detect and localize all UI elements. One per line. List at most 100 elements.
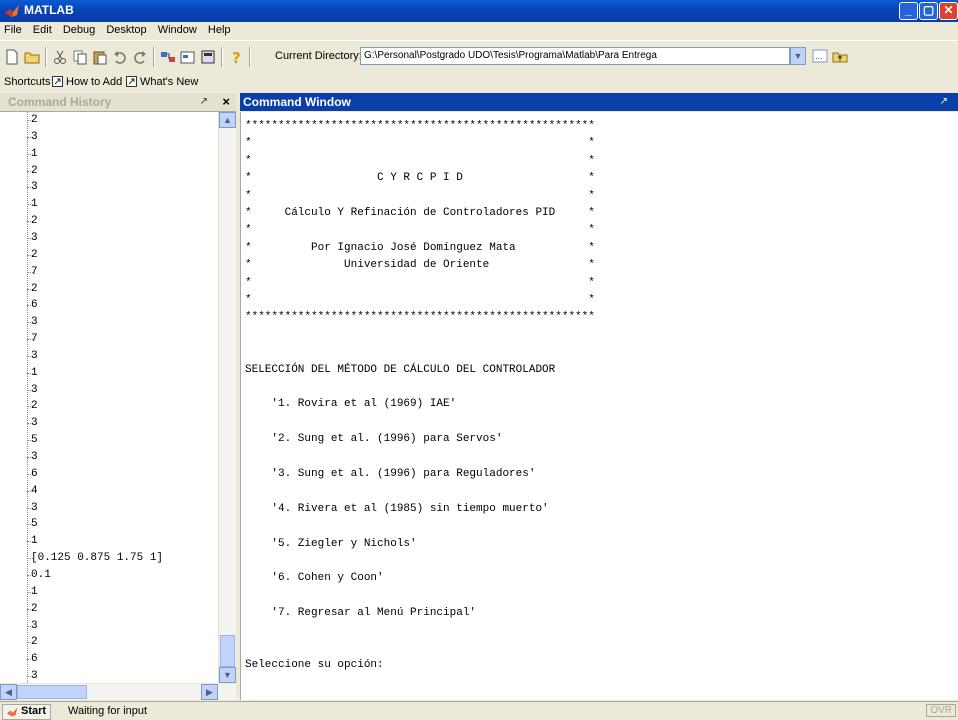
menu-file[interactable]: File <box>0 22 26 36</box>
history-item[interactable]: 1 <box>31 584 38 600</box>
history-item[interactable]: 5 <box>31 516 38 532</box>
command-output-line: * Universidad de Oriente * <box>245 259 595 272</box>
menu-help[interactable]: Help <box>204 22 235 36</box>
menu-debug[interactable]: Debug <box>59 22 99 36</box>
current-directory-field[interactable]: G:\Personal\Postgrado UDO\Tesis\Programa… <box>360 47 790 65</box>
history-horizontal-scrollbar[interactable]: ◀ ▶ <box>0 684 236 700</box>
close-button[interactable]: ✕ <box>939 2 958 20</box>
current-directory-dropdown-button[interactable]: ▼ <box>790 47 806 65</box>
history-vertical-scrollbar[interactable]: ▲ ▼ <box>218 112 236 683</box>
title-bar: MATLAB _ ▢ ✕ <box>0 0 958 22</box>
scroll-up-button[interactable]: ▲ <box>219 112 236 128</box>
shortcuts-bar: Shortcuts How to Add What's New <box>0 73 958 90</box>
guide-icon[interactable] <box>180 49 196 65</box>
parent-folder-icon[interactable] <box>832 48 848 64</box>
status-bar: Start Waiting for input OVR <box>0 701 958 720</box>
history-item[interactable]: 6 <box>31 651 38 667</box>
simulink-icon[interactable] <box>160 49 176 65</box>
close-panel-icon[interactable]: × <box>222 94 230 109</box>
history-item[interactable]: 3 <box>31 314 38 330</box>
ovr-indicator: OVR <box>926 704 956 717</box>
menu-desktop[interactable]: Desktop <box>102 22 150 36</box>
menu-window[interactable]: Window <box>154 22 201 36</box>
how-to-add-link[interactable]: How to Add <box>66 76 122 88</box>
history-item[interactable]: 3 <box>31 348 38 364</box>
history-item[interactable]: 3 <box>31 618 38 634</box>
matlab-logo-icon <box>5 5 19 17</box>
command-history-list[interactable]: 2 3 1 2 3 1 2 3 2 7 2 6 3 7 3 1 3 2 3 5 3 6 4 3 5 1 [0.125 0.875 1… <box>0 112 218 683</box>
history-item[interactable]: 7 <box>31 331 38 347</box>
status-message: Waiting for input <box>68 705 148 717</box>
history-item[interactable]: 4 <box>31 483 38 499</box>
history-item[interactable]: 3 <box>31 668 38 683</box>
maximize-button[interactable]: ▢ <box>919 2 938 20</box>
history-item[interactable]: 2 <box>31 112 38 128</box>
minimize-button[interactable]: _ <box>899 2 918 20</box>
cut-icon[interactable] <box>52 49 68 65</box>
open-folder-icon[interactable] <box>24 49 40 65</box>
history-item[interactable]: 3 <box>31 415 38 431</box>
history-item[interactable]: 0.1 <box>31 567 51 583</box>
command-output-line: SELECCIÓN DEL MÉTODO DE CÁLCULO DEL CONT… <box>245 363 556 376</box>
copy-icon[interactable] <box>72 49 88 65</box>
history-item[interactable]: 3 <box>31 500 38 516</box>
command-output-line: * * <box>245 224 595 237</box>
scroll-thumb[interactable] <box>220 635 235 667</box>
history-item[interactable]: [0.125 0.875 1.75 1] <box>31 550 163 566</box>
history-item[interactable]: 1 <box>31 533 38 549</box>
help-icon[interactable]: ? <box>228 49 244 65</box>
redo-icon[interactable] <box>132 49 148 65</box>
profiler-icon[interactable] <box>200 49 216 65</box>
history-item[interactable]: 3 <box>31 179 38 195</box>
history-item[interactable]: 7 <box>31 264 38 280</box>
browse-folder-icon[interactable]: ... <box>812 48 828 64</box>
history-item[interactable]: 2 <box>31 398 38 414</box>
scroll-left-button[interactable]: ◀ <box>0 684 17 700</box>
history-item[interactable]: 1 <box>31 365 38 381</box>
history-item[interactable]: 2 <box>31 163 38 179</box>
history-item[interactable]: 3 <box>31 129 38 145</box>
command-window-header: Command Window ↗ <box>240 93 958 111</box>
undock-icon[interactable]: ↗ <box>940 96 948 107</box>
command-output-line: ****************************************… <box>245 120 595 132</box>
shortcut-icon <box>52 76 63 87</box>
history-item[interactable]: 1 <box>31 196 38 212</box>
scroll-down-button[interactable]: ▼ <box>219 667 236 683</box>
command-output-line: * * <box>245 137 595 150</box>
start-label: Start <box>21 705 47 717</box>
history-item[interactable]: 5 <box>31 432 38 448</box>
history-item[interactable]: 2 <box>31 281 38 297</box>
history-item[interactable]: 3 <box>31 449 38 465</box>
history-item[interactable]: 2 <box>31 601 38 617</box>
tree-connector <box>27 112 28 683</box>
shortcut-icon <box>126 76 137 87</box>
shortcuts-label: Shortcuts <box>4 76 51 88</box>
horizontal-scroll-thumb[interactable] <box>17 685 87 699</box>
command-history-title: Command History <box>8 95 112 109</box>
matlab-logo-icon <box>6 707 18 717</box>
history-item[interactable]: 2 <box>31 213 38 229</box>
undo-icon[interactable] <box>112 49 128 65</box>
command-output-line: '3. Sung et al. (1996) para Reguladores' <box>245 468 536 480</box>
command-output-line: '7. Regresar al Menú Principal' <box>245 607 477 620</box>
history-item[interactable]: 2 <box>31 247 38 263</box>
command-window-output[interactable]: ****************************************… <box>240 112 958 700</box>
menu-edit[interactable]: Edit <box>29 22 56 36</box>
command-output-line: Seleccione su opción: <box>245 659 384 672</box>
command-output-line: * * <box>245 189 595 202</box>
history-item[interactable]: 3 <box>31 382 38 398</box>
scroll-right-button[interactable]: ▶ <box>201 684 218 700</box>
start-button[interactable]: Start <box>2 704 52 720</box>
history-item[interactable]: 1 <box>31 146 38 162</box>
new-file-icon[interactable] <box>4 49 20 65</box>
history-item[interactable]: 3 <box>31 230 38 246</box>
current-directory-label: Current Directory: <box>275 50 362 62</box>
command-output-line: * C Y R C P I D * <box>245 172 595 185</box>
history-item[interactable]: 6 <box>31 297 38 313</box>
undock-icon[interactable]: ↗ <box>200 96 208 107</box>
command-output-line: '4. Rivera et al (1985) sin tiempo muert… <box>245 502 549 515</box>
whats-new-link[interactable]: What's New <box>140 76 198 88</box>
history-item[interactable]: 6 <box>31 466 38 482</box>
paste-icon[interactable] <box>92 49 108 65</box>
history-item[interactable]: 2 <box>31 634 38 650</box>
